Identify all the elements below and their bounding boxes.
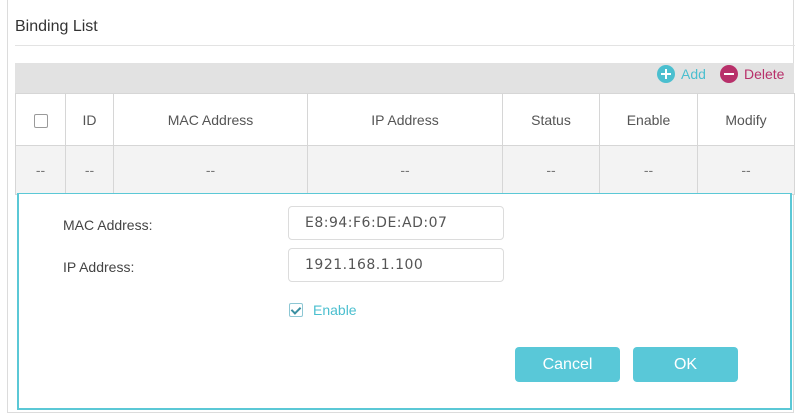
enable-checkbox[interactable] [289, 303, 303, 317]
mac-address-label: MAC Address: [63, 217, 153, 233]
cell-ip-address: -- [307, 145, 503, 195]
ip-address-label: IP Address: [63, 259, 135, 275]
table-toolbar: Add Delete [15, 63, 794, 93]
table-header-row: ID MAC Address IP Address Status Enable … [15, 93, 795, 146]
cell-modify: -- [697, 145, 795, 195]
plus-circle-icon [657, 65, 675, 83]
enable-checkbox-row[interactable]: Enable [289, 302, 357, 318]
delete-label: Delete [744, 66, 785, 82]
binding-table: ID MAC Address IP Address Status Enable … [15, 93, 795, 195]
header-ip-address: IP Address [307, 93, 503, 146]
ip-address-field[interactable]: 1921.168.1.100 [288, 248, 504, 282]
cell-enable: -- [599, 145, 698, 195]
cell-status: -- [502, 145, 600, 195]
add-label: Add [681, 66, 706, 82]
page-title: Binding List [15, 18, 98, 35]
cell-select: -- [15, 145, 66, 195]
header-enable: Enable [599, 93, 698, 146]
table-row: -- -- -- -- -- -- -- [15, 145, 795, 195]
cancel-button[interactable]: Cancel [515, 347, 620, 382]
enable-label: Enable [313, 302, 357, 318]
cell-mac-address: -- [113, 145, 308, 195]
add-button[interactable]: Add [657, 64, 706, 84]
select-all-checkbox[interactable] [33, 113, 48, 128]
header-modify: Modify [697, 93, 795, 146]
cell-id: -- [65, 145, 114, 195]
title-divider [15, 45, 795, 46]
header-mac-address: MAC Address [113, 93, 308, 146]
mac-address-field[interactable]: E8:94:F6:DE:AD:07 [288, 206, 504, 240]
minus-circle-icon [720, 65, 738, 83]
header-status: Status [502, 93, 600, 146]
select-all-cell[interactable] [15, 93, 66, 146]
delete-button[interactable]: Delete [720, 64, 784, 84]
ok-button[interactable]: OK [633, 347, 738, 382]
header-id: ID [65, 93, 114, 146]
